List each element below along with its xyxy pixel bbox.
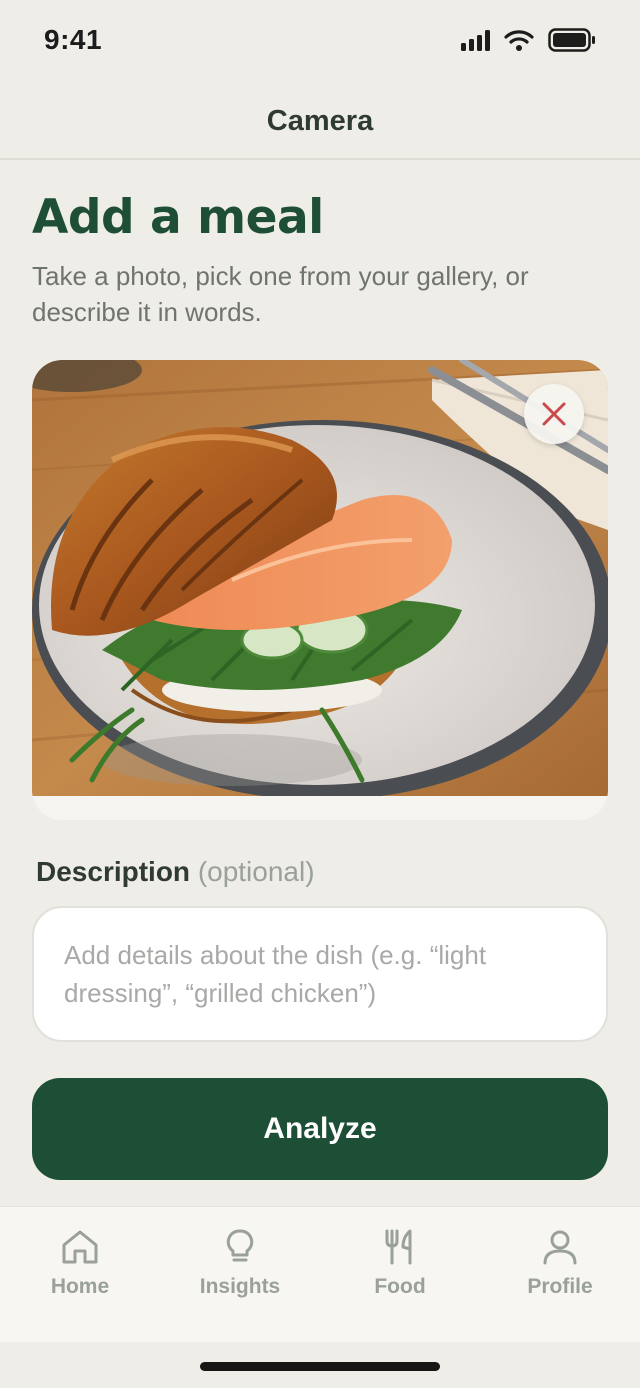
tab-insights[interactable]: Insights — [160, 1207, 320, 1342]
page-title: Add a meal — [32, 190, 324, 245]
fork-knife-icon — [385, 1229, 412, 1265]
battery-icon — [548, 28, 595, 52]
status-time: 9:41 — [44, 24, 103, 55]
tab-insights-label: Insights — [199, 1275, 281, 1298]
description-label-text: Description — [36, 856, 191, 887]
tab-home-label: Home — [50, 1275, 110, 1298]
status-icons — [461, 28, 596, 52]
analyze-button-label: Analyze — [263, 1112, 377, 1145]
wifi-icon — [504, 30, 534, 51]
description-label: Description (optional) — [36, 856, 315, 888]
description-placeholder: Add details about the dish (e.g. “light … — [64, 940, 487, 1008]
description-input[interactable]: Add details about the dish (e.g. “light … — [32, 906, 608, 1042]
remove-photo-button[interactable] — [524, 384, 584, 444]
nav-title: Camera — [266, 104, 374, 137]
tab-profile[interactable]: Profile — [480, 1207, 640, 1342]
person-icon — [543, 1230, 577, 1265]
analyze-button[interactable]: Analyze — [32, 1078, 608, 1180]
page-subtitle: Take a photo, pick one from your gallery… — [32, 261, 529, 327]
tab-profile-label: Profile — [527, 1275, 593, 1298]
home-indicator[interactable] — [200, 1362, 440, 1371]
lightbulb-icon — [226, 1229, 254, 1262]
status-bar: 9:41 — [0, 0, 640, 84]
tab-food-label: Food — [374, 1275, 426, 1298]
optional-label: (optional) — [197, 856, 315, 887]
close-icon — [542, 402, 566, 426]
home-icon — [62, 1230, 98, 1264]
meal-photo — [32, 360, 608, 796]
cellular-signal-icon — [461, 29, 490, 51]
tab-home[interactable]: Home — [0, 1207, 160, 1342]
meal-photo-card — [32, 360, 608, 820]
nav-header: Camera — [0, 84, 640, 160]
tab-food[interactable]: Food — [320, 1207, 480, 1342]
tab-bar: Home Insights Food Profile — [0, 1206, 640, 1342]
